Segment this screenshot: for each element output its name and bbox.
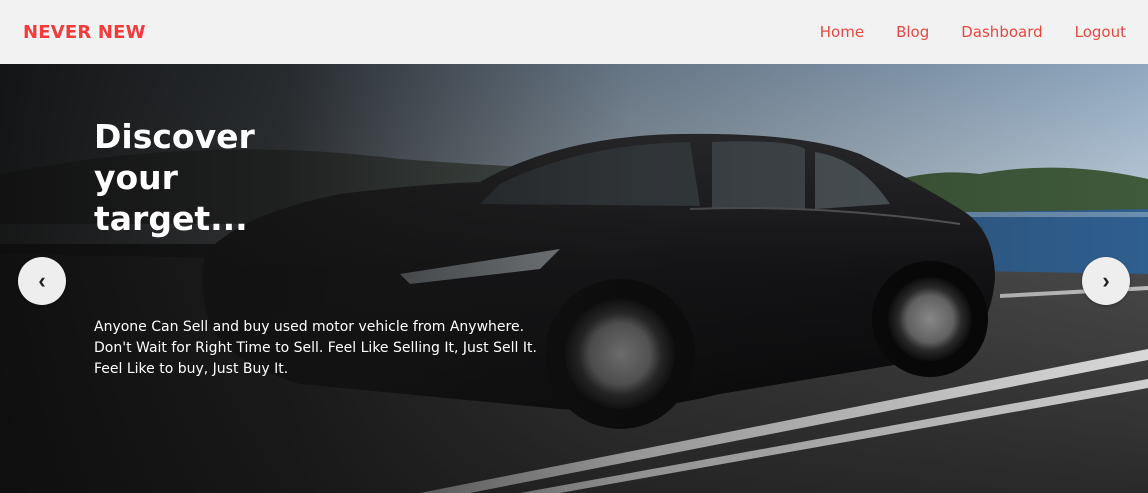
chevron-right-icon: ›	[1102, 268, 1110, 293]
hero-description: Anyone Can Sell and buy used motor vehic…	[94, 317, 614, 380]
nav-link-blog[interactable]: Blog	[896, 23, 929, 41]
carousel-next-button[interactable]: ›	[1082, 257, 1130, 305]
chevron-left-icon: ‹	[38, 268, 46, 293]
hero-description-line: Feel Like to buy, Just Buy It.	[94, 361, 289, 377]
hero-description-line: Anyone Can Sell and buy used motor vehic…	[94, 319, 525, 335]
nav-link-logout[interactable]: Logout	[1075, 23, 1126, 41]
hero-title: Discover your target...	[94, 117, 255, 238]
brand-logo[interactable]: NEVER NEW	[23, 22, 146, 43]
navbar: NEVER NEW Home Blog Dashboard Logout	[0, 0, 1148, 64]
nav-link-dashboard[interactable]: Dashboard	[961, 23, 1042, 41]
nav-link-home[interactable]: Home	[820, 23, 864, 41]
nav-links: Home Blog Dashboard Logout	[788, 23, 1126, 41]
carousel-prev-button[interactable]: ‹	[18, 257, 66, 305]
hero-description-line: Don't Wait for Right Time to Sell. Feel …	[94, 340, 537, 356]
hero-carousel: Discover your target... Anyone Can Sell …	[0, 64, 1148, 493]
